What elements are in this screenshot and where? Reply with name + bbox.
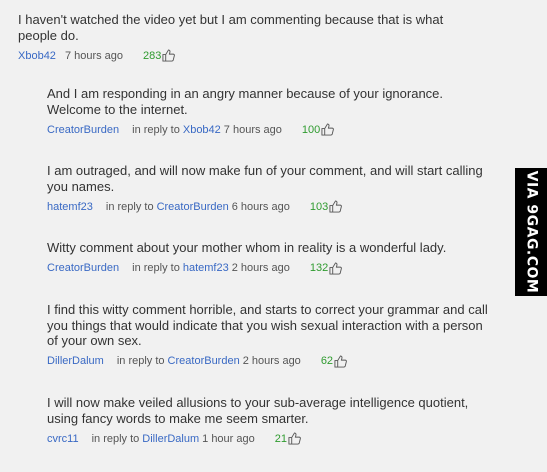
comment-text: I will now make veiled allusions to your…	[47, 395, 469, 426]
timestamp: 1 hour ago	[202, 432, 255, 445]
author-link[interactable]: cvrc11	[47, 433, 79, 445]
comment-6: I will now make veiled allusions to your…	[47, 395, 477, 445]
reply-prefix: in reply to	[91, 432, 140, 445]
like-count-value: 283	[143, 49, 162, 62]
comment-3: I am outraged, and will now make fun of …	[47, 163, 487, 213]
reply-to-link[interactable]: hatemf23	[183, 262, 229, 274]
author-link[interactable]: CreatorBurden	[47, 262, 119, 274]
comment-4: Witty comment about your mother whom in …	[47, 240, 487, 275]
author-link[interactable]: hatemf23	[47, 201, 93, 213]
like-count-value: 103	[309, 200, 329, 213]
comment-meta: cvrc11 in reply to DillerDalum 1 hour ag…	[47, 432, 477, 445]
author-link[interactable]: CreatorBurden	[47, 124, 119, 136]
comment-text: And I am responding in an angry manner b…	[47, 86, 444, 117]
comment-meta: CreatorBurden in reply to Xbob42 7 hours…	[47, 123, 467, 136]
like-count-value: 62	[320, 355, 334, 367]
reply-to-link[interactable]: CreatorBurden	[168, 355, 240, 367]
comment-text: Witty comment about your mother whom in …	[47, 240, 447, 255]
comment-meta: hatemf23 in reply to CreatorBurden 6 hou…	[47, 200, 487, 213]
comment-1: I haven't watched the video yet but I am…	[18, 12, 458, 62]
author-link[interactable]: DillerDalum	[47, 355, 104, 367]
thumbs-up-icon[interactable]	[288, 432, 301, 445]
reply-prefix: in reply to	[116, 355, 165, 367]
like-count[interactable]: 132	[309, 261, 343, 275]
timestamp: 2 hours ago	[231, 262, 290, 274]
like-count[interactable]: 62	[320, 354, 347, 368]
reply-to-link[interactable]: Xbob42	[183, 124, 221, 136]
like-count-value: 132	[309, 262, 329, 274]
reply-prefix: in reply to	[132, 262, 180, 274]
watermark-text: VIA 9GAG.COM	[523, 170, 539, 294]
reply-to-link[interactable]: DillerDalum	[142, 433, 199, 445]
comment-meta: DillerDalum in reply to CreatorBurden 2 …	[47, 354, 497, 368]
comment-meta: CreatorBurden in reply to hatemf23 2 hou…	[47, 261, 487, 275]
comment-text: I am outraged, and will now make fun of …	[47, 163, 483, 194]
author-link[interactable]: Xbob42	[18, 50, 56, 62]
like-count[interactable]: 100	[301, 123, 335, 136]
like-count-value: 100	[301, 123, 321, 136]
timestamp: 7 hours ago	[64, 49, 124, 62]
timestamp: 2 hours ago	[242, 355, 301, 367]
thumbs-up-icon[interactable]	[334, 354, 347, 368]
like-count[interactable]: 21	[275, 432, 301, 445]
thumbs-up-icon[interactable]	[329, 200, 343, 213]
like-count-value: 21	[274, 432, 287, 445]
watermark: VIA 9GAG.COM	[515, 168, 547, 296]
comment-meta: Xbob42 7 hours ago 283	[18, 49, 458, 62]
comment-text: I haven't watched the video yet but I am…	[18, 12, 444, 43]
timestamp: 7 hours ago	[223, 123, 282, 136]
reply-prefix: in reply to	[132, 123, 180, 136]
thumbs-up-icon[interactable]	[162, 49, 176, 62]
reply-to-link[interactable]: CreatorBurden	[157, 201, 229, 213]
comment-text: I find this witty comment horrible, and …	[47, 302, 488, 348]
comment-5: I find this witty comment horrible, and …	[47, 302, 497, 368]
reply-prefix: in reply to	[105, 200, 154, 213]
thumbs-up-icon[interactable]	[321, 123, 335, 136]
thumbs-up-icon[interactable]	[329, 261, 343, 275]
timestamp: 6 hours ago	[231, 200, 290, 213]
like-count[interactable]: 283	[143, 49, 176, 62]
like-count[interactable]: 103	[309, 200, 343, 213]
comment-2: And I am responding in an angry manner b…	[47, 86, 467, 136]
